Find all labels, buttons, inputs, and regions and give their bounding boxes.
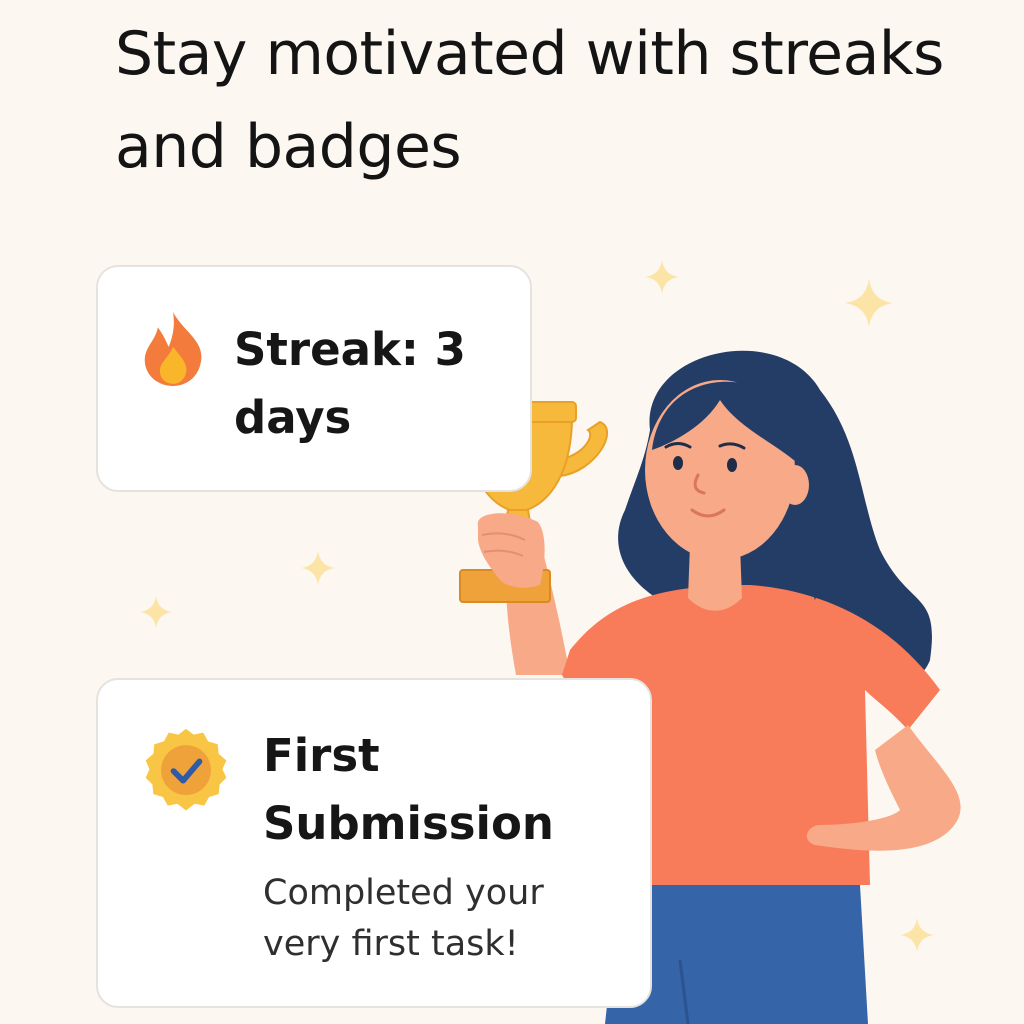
badge-description: Completed your very first task! — [263, 873, 544, 964]
sparkle-icon — [644, 259, 680, 295]
badge-title: First Submission — [263, 729, 554, 851]
sparkle-icon — [844, 278, 894, 328]
headline: Stay motivated with streaks and badges — [115, 19, 944, 182]
streak-label: Streak: 3 days — [234, 323, 466, 445]
sparkle-icon — [300, 550, 336, 586]
flame-icon — [144, 312, 202, 386]
sparkle-icon — [139, 595, 173, 629]
check-badge-icon — [145, 728, 227, 811]
